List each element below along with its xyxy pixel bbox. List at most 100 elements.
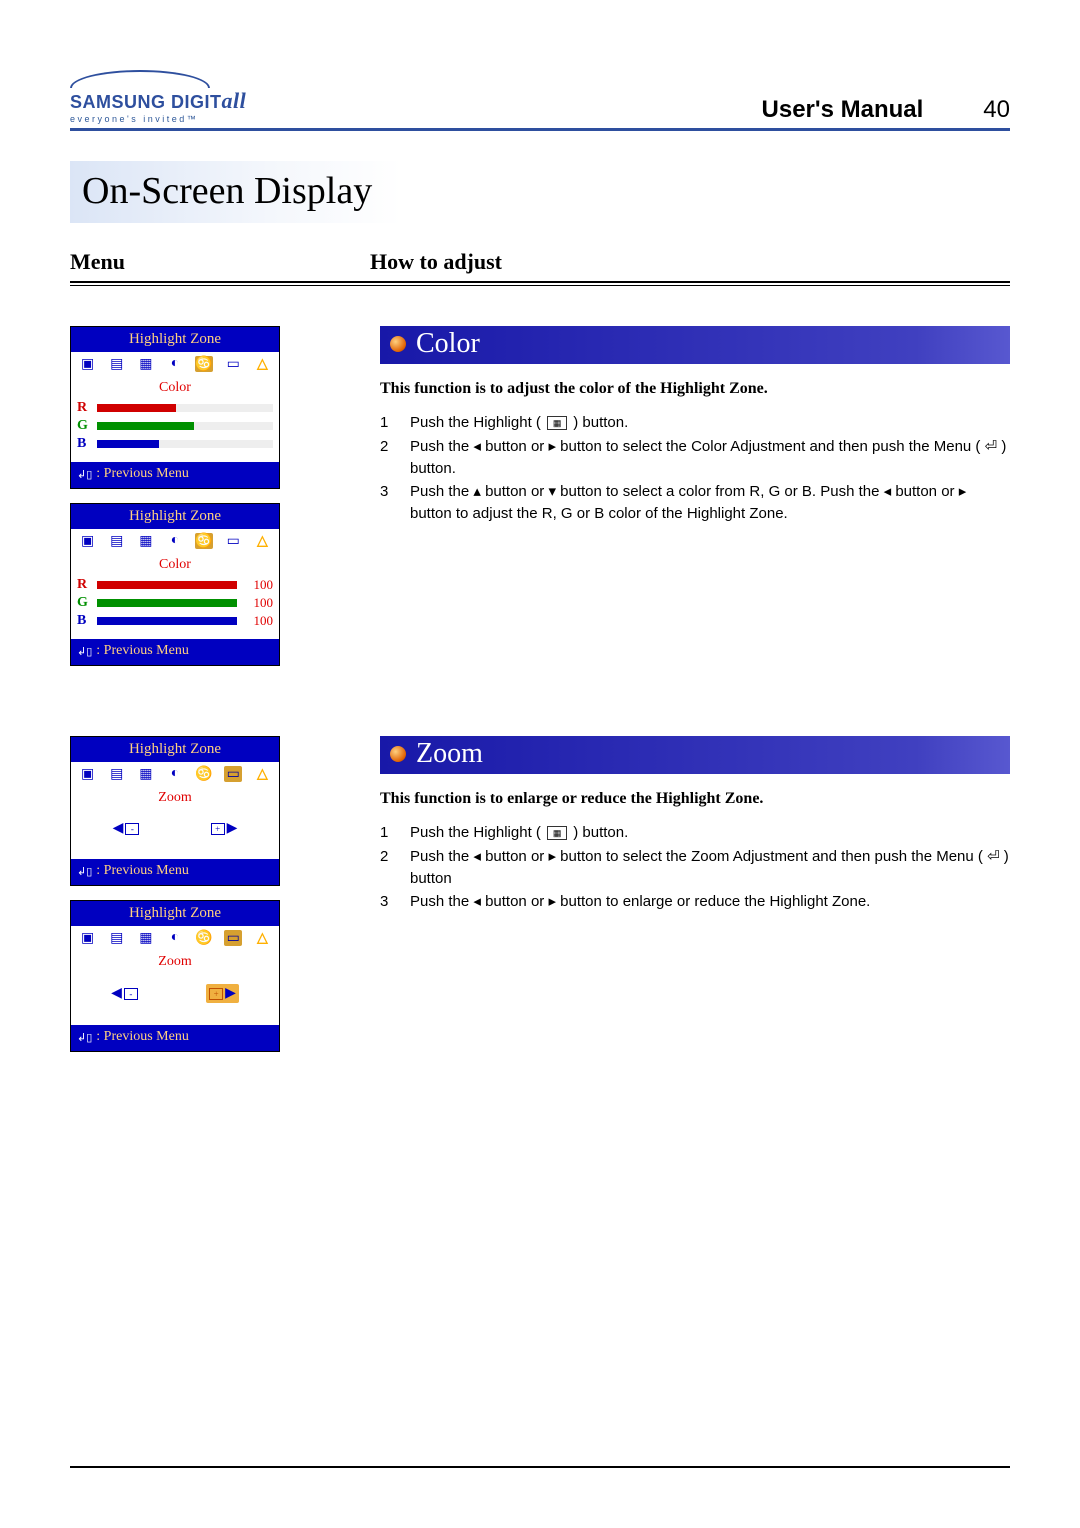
highlight-icon: ▦ (547, 826, 567, 840)
osd-icon-row: ▣ ▤ ▦ ◐ ♋ ▭ △ (71, 926, 279, 950)
brand-logo: SAMSUNG DIGITall everyone's invited™ (70, 70, 246, 124)
osd-subtitle: Color (77, 557, 273, 573)
color-steps: 1 Push the Highlight ( ▦ ) button. 2 Pus… (380, 412, 1010, 525)
step: 1 Push the Highlight ( ▦ ) button. (380, 412, 1010, 434)
osd-title: Highlight Zone (71, 901, 279, 926)
step-text: Push the Highlight ( ▦ ) button. (410, 412, 1010, 434)
osd-icon: ▤ (108, 766, 126, 782)
brand-tagline: everyone's invited™ (70, 114, 246, 124)
osd-footer: ↲▯ : Previous Menu (71, 859, 279, 885)
manual-title: User's Manual (762, 96, 924, 124)
osd-panel-zoom-1: Highlight Zone ▣ ▤ ▦ ◐ ♋ ▭ △ Zoom ◀- +▶ (70, 736, 280, 886)
step-text: Push the Highlight ( ▦ ) button. (410, 822, 1010, 844)
color-icon: ♋ (195, 766, 213, 782)
g-row: G100 (77, 595, 273, 611)
warn-icon: △ (253, 766, 271, 782)
osd-icon: ▣ (79, 930, 97, 946)
osd-icon: ▣ (79, 356, 97, 372)
osd-title: Highlight Zone (71, 327, 279, 352)
step: 1 Push the Highlight ( ▦ ) button. (380, 822, 1010, 844)
osd-icon: ▤ (108, 930, 126, 946)
column-headers: Menu How to adjust (70, 249, 1010, 281)
exit-icon: ↲▯ (77, 865, 92, 878)
section-intro: This function is to enlarge or reduce th… (380, 790, 1010, 808)
zoom-in-icon: +▶ (206, 984, 239, 1003)
r-value: 100 (243, 577, 273, 593)
doc-header: SAMSUNG DIGITall everyone's invited™ Use… (70, 70, 1010, 124)
osd-icon-row: ▣ ▤ ▦ ◐ ♋ ▭ △ (71, 762, 279, 786)
osd-icon-row: ▣ ▤ ▦ ◐ ♋ ▭ △ (71, 352, 279, 376)
step: 2 Push the ◂ button or ▸ button to selec… (380, 846, 1010, 890)
step-num: 2 (380, 846, 394, 890)
b-row: B (77, 436, 273, 452)
section-heading: Color (416, 328, 480, 360)
step-text: Push the ▴ button or ▾ button to select … (410, 481, 1010, 525)
osd-subtitle: Color (77, 380, 273, 396)
osd-icon: ▦ (137, 356, 155, 372)
warn-icon: △ (253, 930, 271, 946)
step-num: 3 (380, 891, 394, 913)
color-icon: ♋ (195, 930, 213, 946)
col-howto-label: How to adjust (370, 249, 1010, 275)
zoom-icon: ▭ (224, 930, 242, 946)
prev-menu-label: : Previous Menu (96, 466, 189, 482)
section-intro: This function is to adjust the color of … (380, 380, 1010, 398)
color-icon: ♋ (195, 356, 213, 372)
step-text: Push the ◂ button or ▸ button to enlarge… (410, 891, 1010, 913)
zoom-icon: ▭ (224, 533, 242, 549)
bullet-icon (390, 746, 406, 762)
brand-main: SAMSUNG DIGIT (70, 92, 222, 112)
osd-panel-zoom-2: Highlight Zone ▣ ▤ ▦ ◐ ♋ ▭ △ Zoom ◀- +▶ (70, 900, 280, 1052)
header-rule (70, 128, 1010, 131)
highlight-icon: ▦ (547, 416, 567, 430)
contrast-icon: ◐ (166, 356, 184, 372)
osd-icon: ▤ (108, 533, 126, 549)
contrast-icon: ◐ (166, 533, 184, 549)
color-icon: ♋ (195, 533, 213, 549)
exit-icon: ↲▯ (77, 1031, 92, 1044)
exit-icon: ↲▯ (77, 468, 92, 481)
section-banner-zoom: Zoom (380, 736, 1010, 774)
b-value: 100 (243, 613, 273, 629)
osd-icon: ▣ (79, 766, 97, 782)
contrast-icon: ◐ (166, 930, 184, 946)
section-heading: Zoom (416, 738, 483, 770)
zoom-out-icon: ◀- (111, 985, 138, 1002)
step: 3 Push the ▴ button or ▾ button to selec… (380, 481, 1010, 525)
osd-icon: ▦ (137, 533, 155, 549)
warn-icon: △ (253, 533, 271, 549)
osd-icon: ▣ (79, 533, 97, 549)
step-text: Push the ◂ button or ▸ button to select … (410, 436, 1010, 480)
prev-menu-label: : Previous Menu (96, 643, 189, 659)
zoom-out-icon: ◀- (113, 820, 140, 837)
step-num: 2 (380, 436, 394, 480)
osd-footer: ↲▯ : Previous Menu (71, 462, 279, 488)
osd-icon: ▦ (137, 766, 155, 782)
step-num: 1 (380, 822, 394, 844)
osd-title: Highlight Zone (71, 737, 279, 762)
page-number: 40 (983, 96, 1010, 124)
osd-footer: ↲▯ : Previous Menu (71, 639, 279, 665)
osd-subtitle: Zoom (77, 790, 273, 806)
zoom-in-icon: +▶ (211, 820, 238, 837)
bullet-icon (390, 336, 406, 352)
page-title: On-Screen Display (70, 161, 402, 223)
brand-suffix: all (222, 88, 247, 113)
warn-icon: △ (253, 356, 271, 372)
exit-icon: ↲▯ (77, 645, 92, 658)
zoom-steps: 1 Push the Highlight ( ▦ ) button. 2 Pus… (380, 822, 1010, 913)
step-text: Push the ◂ button or ▸ button to select … (410, 846, 1010, 890)
g-value: 100 (243, 595, 273, 611)
b-row: B100 (77, 613, 273, 629)
prev-menu-label: : Previous Menu (96, 863, 189, 879)
zoom-icon: ▭ (224, 356, 242, 372)
osd-panel-color-1: Highlight Zone ▣ ▤ ▦ ◐ ♋ ▭ △ Color R G B… (70, 326, 280, 489)
col-menu-label: Menu (70, 249, 370, 275)
r-row: R (77, 400, 273, 416)
contrast-icon: ◐ (166, 766, 184, 782)
osd-icon: ▤ (108, 356, 126, 372)
g-row: G (77, 418, 273, 434)
osd-icon: ▦ (137, 930, 155, 946)
step: 2 Push the ◂ button or ▸ button to selec… (380, 436, 1010, 480)
zoom-icon: ▭ (224, 766, 242, 782)
